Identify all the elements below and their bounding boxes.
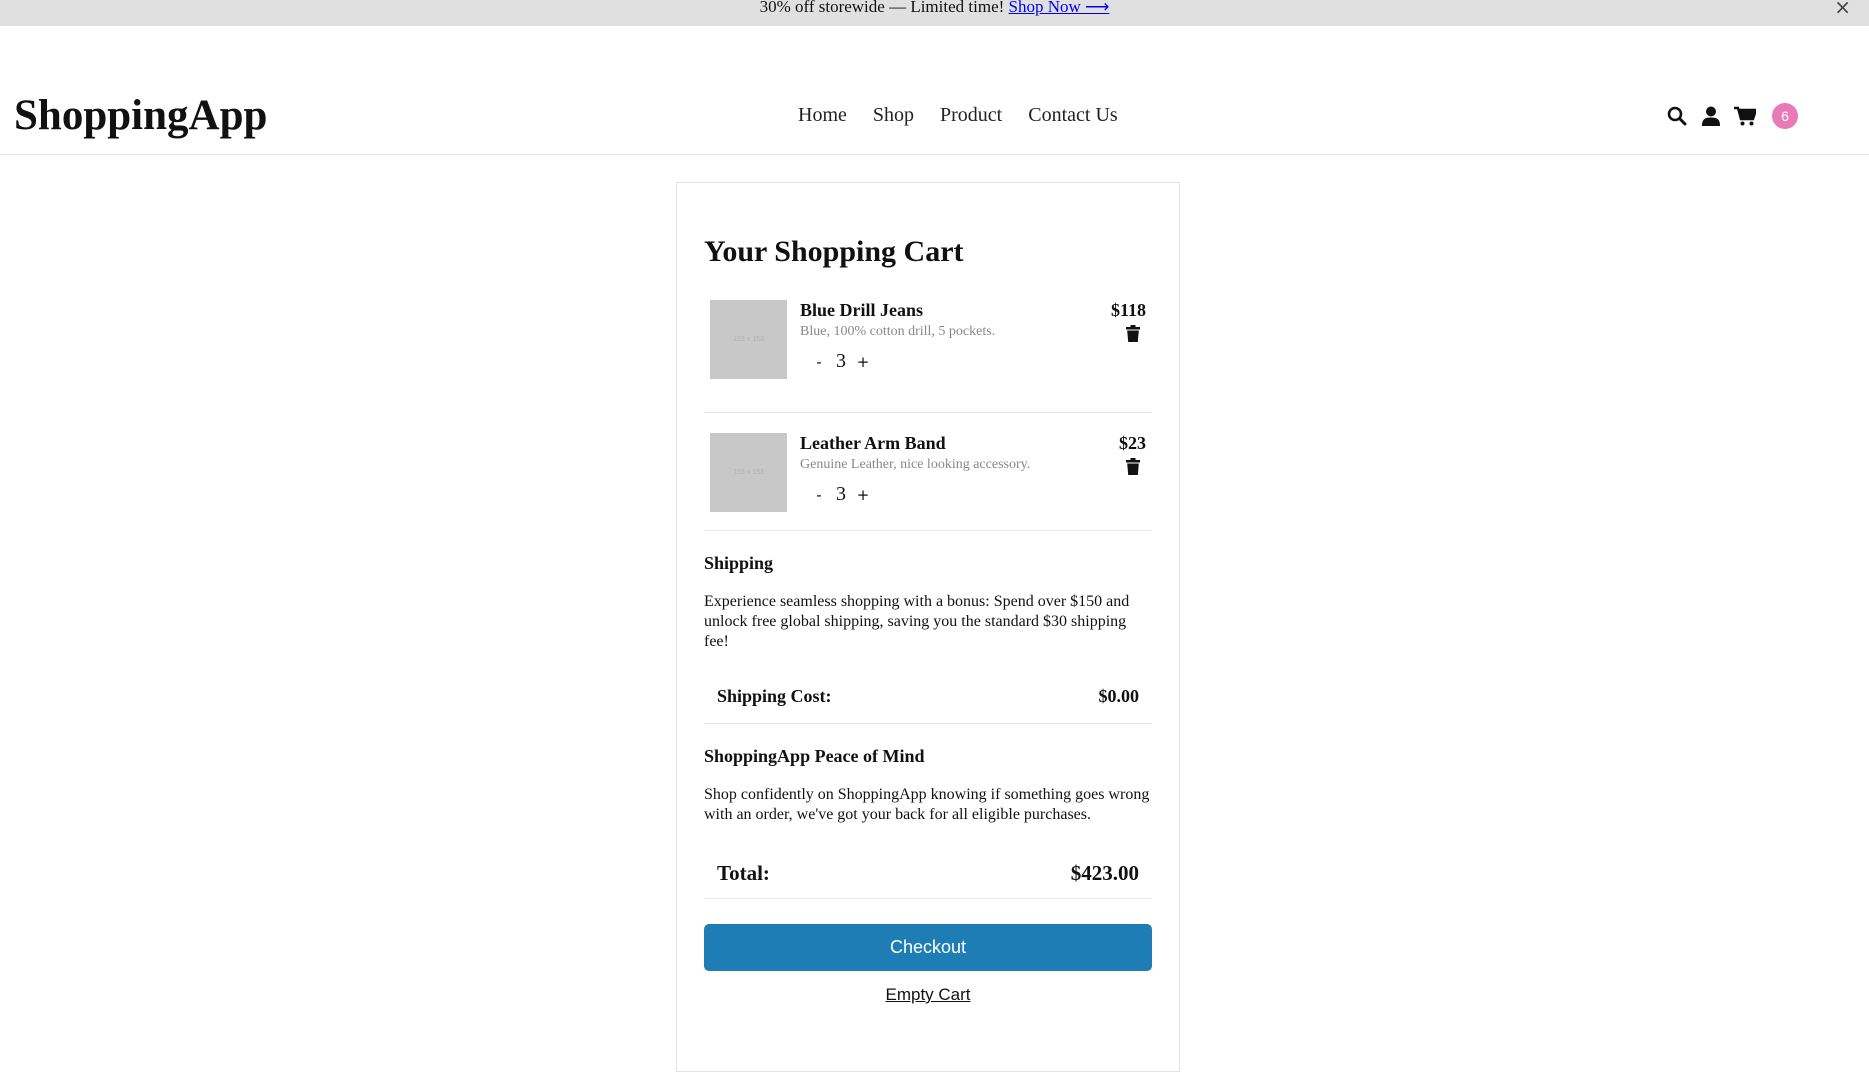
site-header: ShoppingApp Home Shop Product Contact Us… — [0, 26, 1869, 155]
decrement-button[interactable]: - — [812, 353, 826, 371]
trash-icon[interactable] — [1126, 458, 1140, 480]
item-name: Leather Arm Band — [800, 433, 946, 453]
shipping-cost-row: Shipping Cost: $0.00 — [704, 670, 1152, 724]
shop-now-link[interactable]: Shop Now ⟶ — [1009, 0, 1110, 16]
checkout-button[interactable]: Checkout — [704, 924, 1152, 971]
cart-icon[interactable] — [1732, 103, 1758, 129]
total-value: $423.00 — [1070, 861, 1139, 885]
total-label: Total: — [717, 861, 770, 885]
cart-count-badge: 6 — [1772, 103, 1798, 129]
thumbnail-placeholder-text: 153 x 153 — [733, 469, 764, 476]
peace-of-mind-title: ShoppingApp Peace of Mind — [704, 746, 925, 766]
peace-of-mind-text: Shop confidently on ShoppingApp knowing … — [704, 786, 1150, 823]
cart-item: 153 x 153 Blue Drill Jeans Blue, 100% co… — [704, 295, 1152, 413]
quantity-stepper: - 3 + — [812, 483, 1152, 506]
trash-icon[interactable] — [1126, 325, 1140, 347]
increment-button[interactable]: + — [856, 353, 870, 371]
total-row: Total: $423.00 — [704, 849, 1152, 899]
item-description: Blue, 100% cotton drill, 5 pockets. — [800, 324, 996, 339]
shipping-cost-value: $0.00 — [1098, 686, 1140, 706]
nav-product[interactable]: Product — [940, 104, 1002, 127]
nav-contact-us[interactable]: Contact Us — [1028, 104, 1117, 127]
item-price: $23 — [1119, 433, 1146, 453]
cart-title: Your Shopping Cart — [704, 235, 964, 268]
quantity-stepper: - 3 + — [812, 350, 1152, 373]
item-name: Blue Drill Jeans — [800, 300, 924, 320]
quantity-value: 3 — [836, 350, 846, 372]
user-icon[interactable] — [1698, 103, 1724, 129]
cart-item: 153 x 153 Leather Arm Band Genuine Leath… — [704, 413, 1152, 531]
nav-home[interactable]: Home — [798, 104, 847, 127]
close-icon[interactable]: × — [1834, 0, 1851, 17]
cart-panel: Your Shopping Cart 153 x 153 Blue Drill … — [676, 182, 1180, 1072]
shipping-title: Shipping — [704, 553, 774, 573]
main-nav: Home Shop Product Contact Us — [798, 104, 1118, 127]
empty-cart-link[interactable]: Empty Cart — [704, 985, 1152, 1005]
item-description: Genuine Leather, nice looking accessory. — [800, 457, 1031, 472]
search-icon[interactable] — [1664, 103, 1690, 129]
shipping-text: Experience seamless shopping with a bonu… — [704, 593, 1130, 650]
nav-shop[interactable]: Shop — [873, 104, 914, 127]
header-icons: 6 — [1664, 103, 1798, 129]
shipping-cost-label: Shipping Cost: — [717, 686, 832, 706]
promo-bar: 30% off storewide — Limited time! Shop N… — [0, 0, 1869, 26]
quantity-value: 3 — [836, 483, 846, 505]
increment-button[interactable]: + — [856, 486, 870, 504]
product-thumbnail: 153 x 153 — [710, 433, 787, 512]
logo[interactable]: ShoppingApp — [14, 91, 267, 140]
promo-text: 30% off storewide — Limited time! — [759, 0, 1009, 16]
decrement-button[interactable]: - — [812, 486, 826, 504]
thumbnail-placeholder-text: 153 x 153 — [733, 336, 764, 343]
item-price: $118 — [1110, 300, 1146, 320]
product-thumbnail: 153 x 153 — [710, 300, 787, 379]
